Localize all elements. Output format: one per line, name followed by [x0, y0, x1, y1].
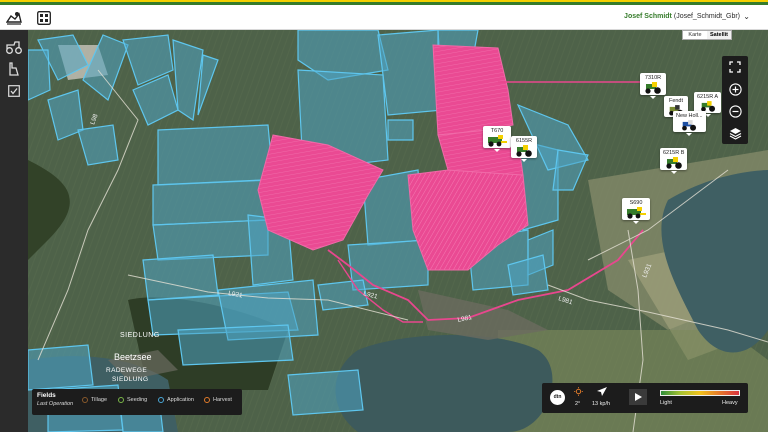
legend-item-tillage: Tillage — [82, 397, 107, 403]
play-button[interactable] — [629, 389, 647, 405]
legend-item-seeding: Seeding — [118, 397, 147, 403]
tillage-dot-icon — [82, 397, 88, 403]
scale-high-label: Heavy — [722, 400, 738, 406]
zoom-out-icon[interactable] — [722, 100, 748, 122]
place-label: SIEDLUNG — [112, 376, 148, 383]
combine-icon — [488, 135, 507, 147]
tractor-icon — [645, 82, 661, 94]
chevron-down-icon[interactable]: ⌄ — [743, 12, 750, 21]
seeding-dot-icon — [118, 397, 124, 403]
user-org: (Josef_Schmidt_Gbr) — [673, 13, 740, 20]
place-label: RADEWEGE — [106, 367, 147, 374]
harvest-dot-icon — [204, 397, 210, 403]
left-sidebar — [0, 30, 28, 432]
tractor-icon — [682, 120, 697, 131]
place-label: SIEDLUNG — [120, 332, 160, 339]
temperature-value: 2° — [575, 401, 581, 407]
sun-icon — [574, 387, 583, 396]
checklist-icon[interactable] — [4, 82, 24, 100]
vehicle-marker[interactable]: 7310R — [640, 73, 666, 99]
combine-icon — [627, 207, 646, 219]
tractor-icon — [516, 145, 532, 157]
zoom-in-icon[interactable] — [722, 78, 748, 100]
map-type-karte[interactable]: Karte — [683, 31, 707, 39]
wind-speed-value: 13 kp/h — [592, 401, 611, 407]
map-controls — [722, 56, 748, 144]
map-type-toggle: Karte Satellit — [682, 30, 732, 40]
fullscreen-icon[interactable] — [722, 56, 748, 78]
user-name: Josef Schmidt — [624, 13, 672, 20]
vehicle-marker[interactable]: T670 — [483, 126, 511, 152]
map-pin-icon[interactable] — [4, 8, 24, 27]
legend-title: Fields — [37, 392, 56, 399]
user-account-selector[interactable]: Josef Schmidt (Josef_Schmidt_Gbr) — [624, 13, 740, 20]
layers-icon[interactable] — [722, 122, 748, 144]
fields-legend: Fields Last Operation Tillage Seeding Ap… — [32, 389, 242, 415]
top-header: Josef Schmidt (Josef_Schmidt_Gbr) ⌄ — [0, 5, 768, 30]
vehicle-marker[interactable]: New Holl... — [673, 111, 706, 136]
legend-item-application: Application — [158, 397, 194, 403]
legend-item-harvest: Harvest — [204, 397, 232, 403]
vehicle-marker[interactable]: 6155R — [511, 136, 537, 162]
place-label: Beetzsee — [114, 352, 152, 362]
map-type-satellit[interactable]: Satellit — [707, 31, 731, 39]
wind-direction-icon — [597, 387, 607, 396]
satellite-map[interactable]: L98 L921 L921 L981 L981 L931 SIEDLUNG Be… — [28, 30, 768, 432]
grid-icon[interactable] — [34, 8, 54, 27]
intensity-scale-bar — [660, 390, 740, 396]
weather-info-bar: dtn 2° 13 kp/h Light Heavy — [542, 383, 748, 413]
vehicle-marker[interactable]: S690 — [622, 198, 650, 224]
application-dot-icon — [158, 397, 164, 403]
scale-low-label: Light — [660, 400, 672, 406]
tractor-icon — [666, 157, 682, 169]
vehicle-marker[interactable]: 6215R B — [660, 148, 688, 174]
tractor-icon[interactable] — [4, 38, 24, 56]
vehicle-marker[interactable]: 6215R A — [694, 92, 722, 117]
play-icon — [634, 393, 642, 401]
field-boundary-icon[interactable] — [4, 60, 24, 78]
app-window: Josef Schmidt (Josef_Schmidt_Gbr) ⌄ L98 … — [0, 0, 768, 432]
legend-subtitle: Last Operation — [37, 401, 74, 407]
dtn-logo: dtn — [550, 390, 565, 405]
